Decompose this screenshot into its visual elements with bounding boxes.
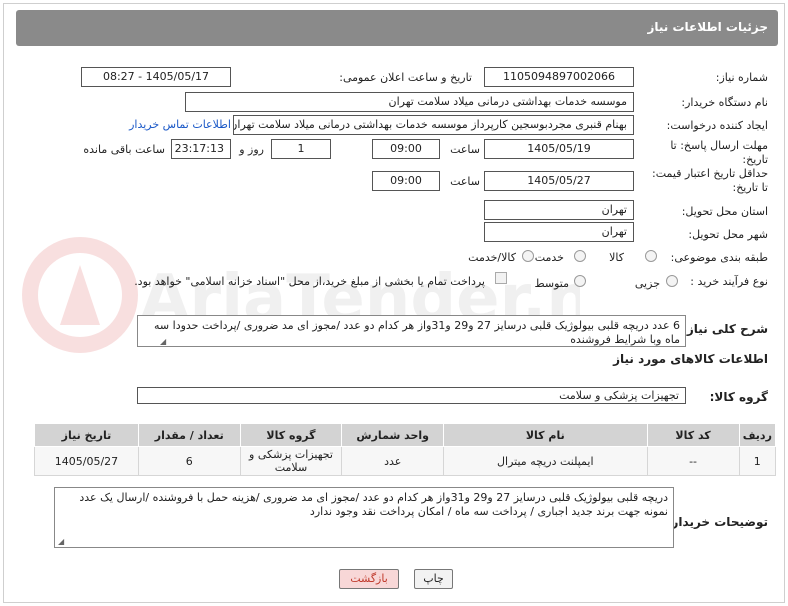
min-price-label: حداقل تاریخ اعتبار قیمت: (652, 167, 768, 180)
buyer-org-label: نام دستگاه خریدار: (681, 96, 768, 109)
cell-row-no: 1 (738, 446, 777, 476)
resize-handle-icon[interactable]: ◢ (160, 338, 168, 346)
treasury-payment-note: پرداخت تمام یا بخشی از مبلغ خرید،از محل … (134, 275, 485, 288)
deadline-time-field: 09:00 (372, 139, 440, 159)
purchase-radio-minor[interactable] (666, 275, 678, 287)
column-header-group: گروه کالا (239, 423, 343, 447)
province-label: استان محل تحویل: (681, 205, 768, 218)
min-price-date-field: 1405/05/27 (484, 171, 634, 191)
category-radio-goods[interactable] (645, 250, 657, 262)
purchase-radio-medium[interactable] (574, 275, 586, 287)
category-option-service: خدمت (534, 251, 564, 264)
creator-field: بهنام قنبری مجردبوسجین کارپرداز موسسه خد… (233, 115, 634, 135)
category-option-goods-service: کالا/خدمت (468, 251, 516, 264)
cell-unit: عدد (341, 446, 445, 476)
cell-quantity: 6 (137, 446, 241, 476)
remaining-label: ساعت باقی مانده (83, 143, 165, 156)
cell-need-date: 1405/05/27 (34, 446, 139, 476)
remaining-time-field: 23:17:13 (171, 139, 231, 159)
category-radio-service[interactable] (574, 250, 586, 262)
min-price-time-field: 09:00 (372, 171, 440, 191)
min-price-time-label: ساعت (450, 175, 480, 188)
days-remaining-field: 1 (271, 139, 331, 159)
buyer-org-field: موسسه خدمات بهداشتی درمانی میلاد سلامت ت… (185, 92, 634, 112)
items-table: ردیف کد کالا نام کالا واحد شمارش گروه کا… (34, 423, 777, 476)
need-number-field: 1105094897002066 (484, 67, 634, 87)
min-price-label-2: تا تاریخ: (732, 181, 768, 194)
buyer-notes-textarea[interactable]: دریچه قلبی بیولوژیک قلبی درسایز 27 و29 و… (54, 487, 674, 548)
table-header-row: ردیف کد کالا نام کالا واحد شمارش گروه کا… (34, 423, 777, 447)
treasury-payment-checkbox[interactable] (495, 272, 507, 284)
column-header-code: کد کالا (646, 423, 740, 447)
goods-group-label: گروه کالا: (709, 390, 768, 404)
cell-group: تجهیزات پزشکی و سلامت (239, 446, 343, 476)
deadline-date-field: 1405/05/19 (484, 139, 634, 159)
back-button[interactable]: بازگشت (339, 569, 399, 589)
province-field: تهران (484, 200, 634, 220)
category-label: طبقه بندی موضوعی: (670, 251, 768, 264)
goods-info-title: اطلاعات کالاهای مورد نیاز (613, 352, 768, 366)
goods-group-field: تجهیزات پزشکی و سلامت (137, 387, 686, 404)
category-option-goods: کالا (609, 251, 624, 264)
column-header-need-date: تاریخ نیاز (34, 423, 139, 447)
purchase-type-label: نوع فرآیند خرید : (690, 275, 768, 288)
column-header-quantity: تعداد / مقدار (137, 423, 241, 447)
deadline-label-2: تاریخ: (742, 153, 768, 166)
announce-label: تاریخ و ساعت اعلان عمومی: (339, 71, 472, 84)
column-header-row-no: ردیف (738, 423, 777, 447)
deadline-label: مهلت ارسال پاسخ: تا (670, 139, 768, 152)
page-title: جزئیات اطلاعات نیاز (16, 10, 778, 46)
cell-code: -- (646, 446, 740, 476)
buyer-contact-link[interactable]: اطلاعات تماس خریدار (129, 118, 231, 131)
purchase-option-medium: متوسط (534, 277, 569, 290)
announce-datetime-field: 1405/05/17 - 08:27 (81, 67, 231, 87)
need-number-label: شماره نیاز: (715, 71, 768, 84)
column-header-unit: واحد شمارش (341, 423, 445, 447)
city-field: تهران (484, 222, 634, 242)
description-label: شرح کلی نیاز: (682, 322, 768, 336)
print-button[interactable]: چاپ (414, 569, 453, 589)
resize-handle-icon[interactable]: ◢ (58, 538, 66, 546)
description-textarea[interactable]: 6 عدد دریچه قلبی بیولوژیک قلبی درسایز 27… (137, 315, 686, 347)
days-label: روز و (239, 143, 264, 156)
buyer-notes-label: توضیحات خریدار: (666, 515, 768, 529)
deadline-time-label: ساعت (450, 143, 480, 156)
city-label: شهر محل تحویل: (688, 228, 768, 241)
creator-label: ایجاد کننده درخواست: (666, 119, 768, 132)
category-radio-goods-service[interactable] (522, 250, 534, 262)
purchase-option-minor: جزیی (634, 277, 660, 290)
column-header-name: نام کالا (443, 423, 648, 447)
table-row: 1 -- ایمپلنت دریچه میترال عدد تجهیزات پز… (34, 446, 777, 476)
cell-name: ایمپلنت دریچه میترال (443, 446, 648, 476)
